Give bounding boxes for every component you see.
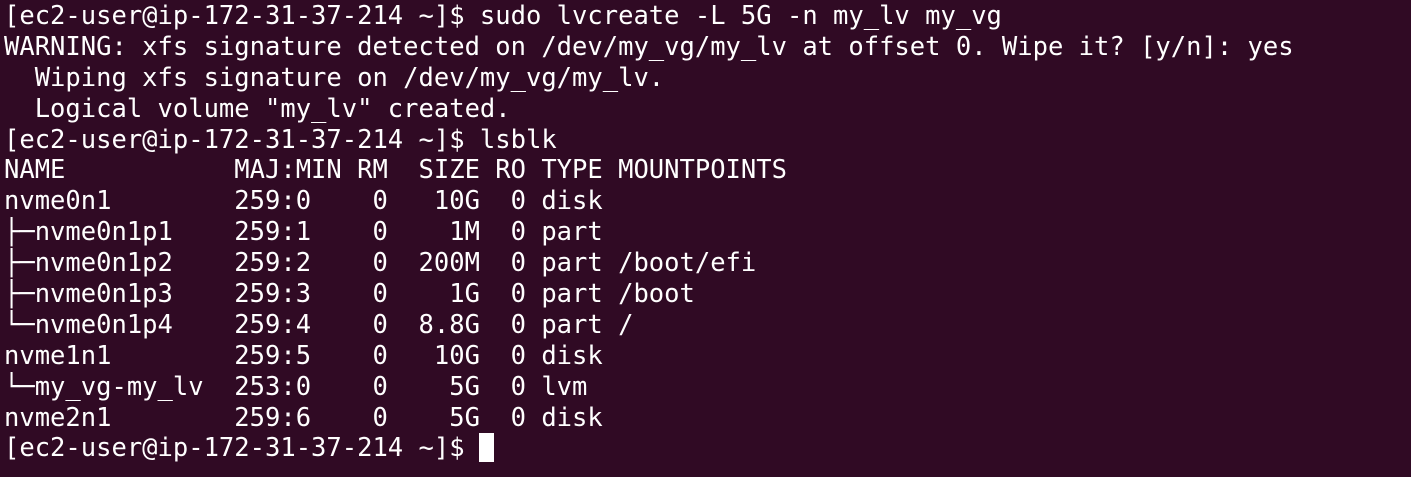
current-prompt-line[interactable]: [ec2-user@ip-172-31-37-214 ~]$ [4, 433, 1411, 464]
lsblk-row-nvme2n1: nvme2n1 259:6 0 5G 0 disk [4, 402, 603, 433]
output-created-line: Logical volume "my_lv" created. [4, 93, 511, 124]
text-cursor [478, 433, 494, 463]
lsblk-row-nvme0n1p2: ├─nvme0n1p2 259:2 0 200M 0 part /boot/ef… [4, 248, 757, 279]
lsblk-row-nvme0n1: nvme0n1 259:0 0 10G 0 disk [4, 186, 603, 217]
lsblk-header-row: NAME MAJ:MIN RM SIZE RO TYPE MOUNTPOINTS [4, 155, 787, 186]
command-line-lsblk: [ec2-user@ip-172-31-37-214 ~]$ lsblk [4, 124, 557, 155]
output-warning-line: WARNING: xfs signature detected on /dev/… [4, 31, 1294, 62]
output-wiping-line: Wiping xfs signature on /dev/my_vg/my_lv… [4, 62, 665, 93]
shell-prompt: [ec2-user@ip-172-31-37-214 ~]$ [4, 433, 465, 464]
lsblk-row-nvme0n1p1: ├─nvme0n1p1 259:1 0 1M 0 part [4, 217, 603, 248]
lsblk-row-nvme0n1p3: ├─nvme0n1p3 259:3 0 1G 0 part /boot [4, 279, 695, 310]
lsblk-row-my-vg-my-lv: └─my_vg-my_lv 253:0 0 5G 0 lvm [4, 371, 588, 402]
lsblk-row-nvme0n1p4: └─nvme0n1p4 259:4 0 8.8G 0 part / [4, 309, 634, 340]
terminal-window[interactable]: [ec2-user@ip-172-31-37-214 ~]$ sudo lvcr… [0, 0, 1411, 477]
command-line-lvcreate: [ec2-user@ip-172-31-37-214 ~]$ sudo lvcr… [4, 1, 1002, 31]
lsblk-row-nvme1n1: nvme1n1 259:5 0 10G 0 disk [4, 340, 603, 371]
